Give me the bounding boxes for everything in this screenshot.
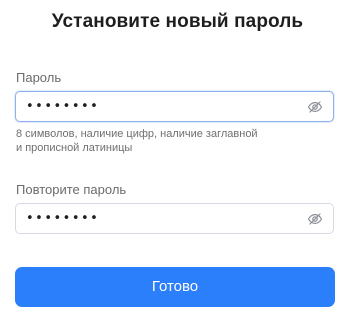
- confirm-password-label: Повторите пароль: [16, 182, 127, 197]
- page-title: Установите новый пароль: [51, 11, 304, 32]
- password-label: Пароль: [16, 70, 62, 85]
- eye-off-icon[interactable]: [307, 211, 323, 227]
- eye-off-icon[interactable]: [307, 99, 323, 115]
- confirm-password-input[interactable]: [26, 204, 306, 233]
- submit-button[interactable]: Готово: [15, 267, 335, 307]
- password-input[interactable]: [26, 92, 306, 121]
- password-field: [15, 91, 334, 122]
- password-hint: 8 символов, наличие цифр, наличие заглав…: [16, 127, 336, 155]
- confirm-password-field: [15, 203, 334, 234]
- password-hint-line-2: и прописной латиницы: [16, 142, 133, 154]
- password-hint-line-1: 8 символов, наличие цифр, наличие заглав…: [16, 128, 258, 140]
